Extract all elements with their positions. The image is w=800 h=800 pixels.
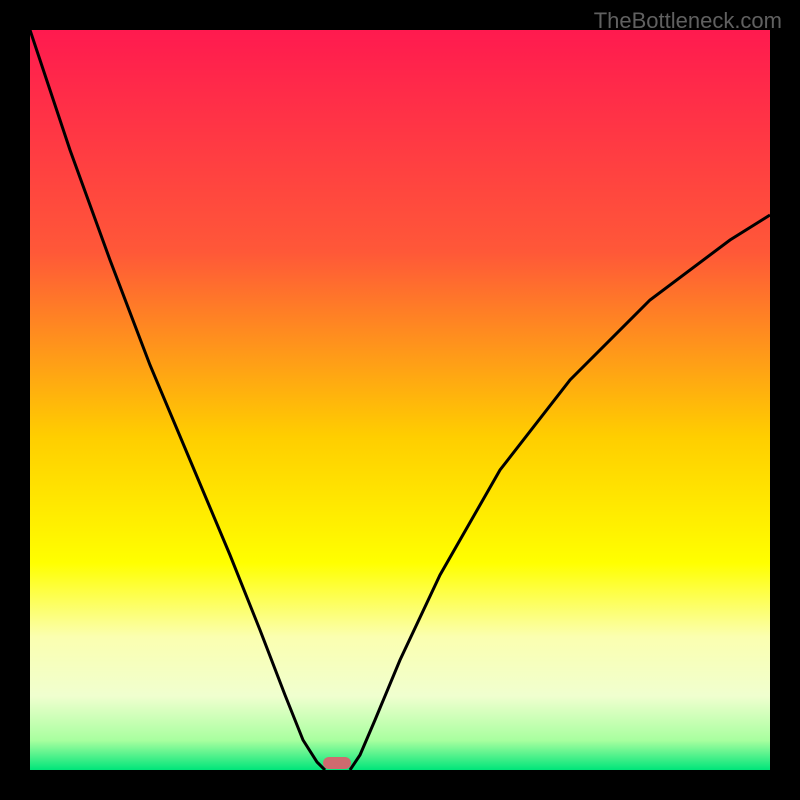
- bottleneck-marker: [323, 757, 351, 769]
- plot-area: [30, 30, 770, 770]
- curve-layer: [30, 30, 770, 770]
- left-curve: [30, 30, 325, 770]
- right-curve: [350, 215, 770, 770]
- watermark-text: TheBottleneck.com: [594, 8, 782, 34]
